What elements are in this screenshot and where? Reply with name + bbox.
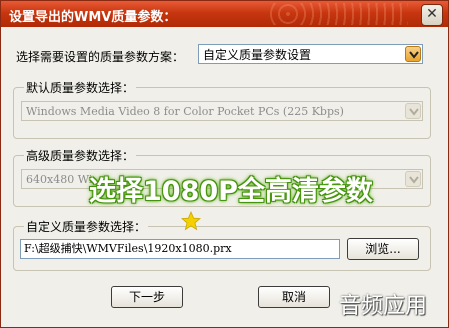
scheme-select[interactable]: 自定义质量参数设置 (198, 44, 423, 64)
title-bar[interactable]: 设置导出的WMV质量参数： ✕ (1, 1, 448, 27)
watermark-text: 音频应用 (339, 294, 428, 319)
custom-quality-group: 自定义质量参数选择： F:\超级捕快\WMVFiles\1920x1080.pr… (13, 218, 431, 271)
prx-path-field[interactable]: F:\超级捕快\WMVFiles\1920x1080.prx (20, 239, 340, 259)
window-title: 设置导出的WMV质量参数： (9, 10, 177, 25)
overlay-caption: 选择1080P全高清参数 (89, 176, 373, 207)
star-icon (181, 211, 201, 231)
next-button[interactable]: 下一步 (111, 286, 183, 308)
advanced-quality-value: 640x480 Wi (26, 173, 93, 186)
advanced-quality-title: 高级质量参数选择： (24, 147, 137, 164)
chevron-down-icon (405, 171, 421, 187)
default-quality-title: 默认质量参数选择： (24, 79, 137, 96)
custom-quality-title: 自定义质量参数选择： (24, 218, 149, 235)
browse-button[interactable]: 浏览... (347, 238, 419, 260)
default-quality-select: Windows Media Video 8 for Color Pocket P… (21, 101, 423, 121)
default-quality-value: Windows Media Video 8 for Color Pocket P… (26, 105, 344, 118)
chevron-down-icon[interactable] (405, 46, 421, 62)
scheme-label: 选择需要设置的质量参数方案： (16, 50, 185, 64)
title-pattern (268, 3, 408, 25)
cancel-button[interactable]: 取消 (258, 286, 330, 308)
scheme-select-value: 自定义质量参数设置 (203, 48, 312, 62)
default-quality-group: 默认质量参数选择： Windows Media Video 8 for Colo… (13, 79, 431, 139)
close-button[interactable]: ✕ (421, 4, 443, 26)
chevron-down-icon (405, 103, 421, 119)
dialog-window: 设置导出的WMV质量参数： ✕ 选择需要设置的质量参数方案： 自定义质量参数设置… (0, 0, 449, 328)
